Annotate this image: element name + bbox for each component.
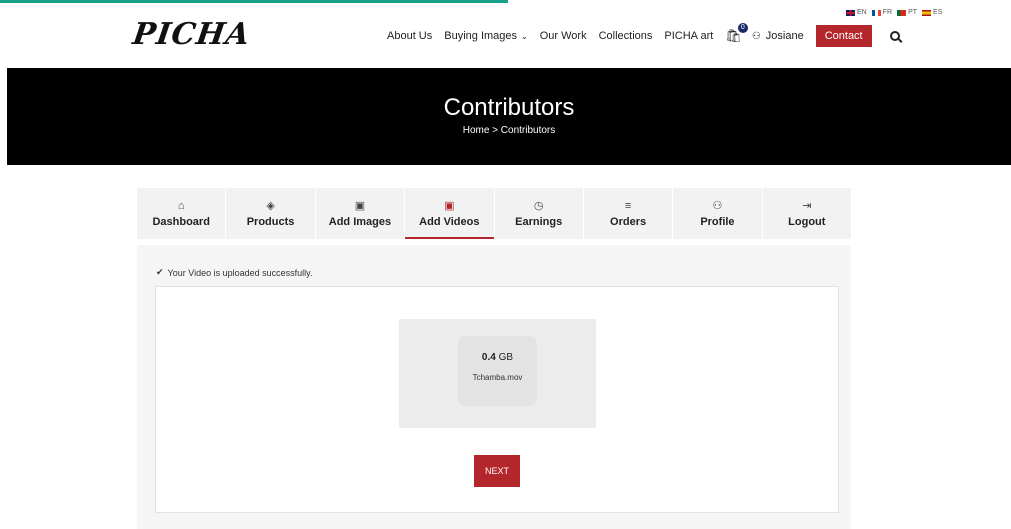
user-name: Josiane xyxy=(765,30,804,42)
file-name: Tchamba.mov xyxy=(472,373,523,382)
language-code: PT xyxy=(908,9,918,16)
portugal-flag-icon xyxy=(897,9,907,16)
main-nav: About Us Buying Images ⌄ Our Work Collect… xyxy=(387,23,900,47)
nav-picha-art[interactable]: PICHA art xyxy=(664,30,713,42)
tab-label: Add Images xyxy=(328,215,392,228)
tab-orders[interactable]: ≡ Orders xyxy=(584,188,674,239)
page-hero: Contributors Home > Contributors xyxy=(7,68,1011,165)
layers-icon: ◈ xyxy=(266,199,275,212)
spain-flag-icon xyxy=(922,9,932,16)
logout-icon: ⇥ xyxy=(802,199,812,212)
video-dropzone[interactable]: 0.4 GB Tchamba.mov xyxy=(399,319,596,428)
tab-products[interactable]: ◈ Products xyxy=(226,188,316,239)
check-icon: ✔ xyxy=(156,267,164,277)
language-es[interactable]: ES xyxy=(922,9,942,16)
list-icon: ≡ xyxy=(624,199,632,212)
user-icon: ⚇ xyxy=(712,199,723,212)
nav-about-us[interactable]: About Us xyxy=(387,30,432,42)
tab-label: Dashboard xyxy=(152,215,210,228)
tab-label: Profile xyxy=(700,215,735,228)
language-code: EN xyxy=(857,9,867,16)
language-code: FR xyxy=(882,9,893,16)
contact-button[interactable]: Contact xyxy=(815,25,872,47)
chevron-down-icon: ⌄ xyxy=(521,32,528,41)
tab-dashboard[interactable]: ⌂ Dashboard xyxy=(137,188,227,239)
success-text: Your Video is uploaded successfully. xyxy=(167,267,313,278)
language-code: ES xyxy=(933,9,943,16)
cart-button[interactable]: 🛍 0 xyxy=(725,23,748,44)
video-file-icon: ▣ xyxy=(444,199,455,212)
file-size: 0.4 GB xyxy=(458,352,537,363)
nav-collections[interactable]: Collections xyxy=(599,30,653,42)
language-selector: EN FR PT ES xyxy=(846,9,942,16)
tab-label: Logout xyxy=(788,215,826,228)
tab-label: Products xyxy=(246,215,295,228)
cart-count-badge: 0 xyxy=(737,23,748,33)
nav-our-work[interactable]: Our Work xyxy=(540,30,587,42)
tab-profile[interactable]: ⚇ Profile xyxy=(673,188,763,239)
page-title: Contributors xyxy=(443,94,575,121)
upload-panel: ✔ Your Video is uploaded successfully. 0… xyxy=(137,245,851,529)
language-pt[interactable]: PT xyxy=(897,9,917,16)
home-icon: ⌂ xyxy=(177,199,185,212)
upload-card: 0.4 GB Tchamba.mov NEXT xyxy=(155,286,839,513)
upload-success-message: ✔ Your Video is uploaded successfully. xyxy=(156,267,312,278)
tab-add-images[interactable]: ▣ Add Images xyxy=(316,188,406,239)
france-flag-icon xyxy=(871,9,881,16)
tab-earnings[interactable]: ◷ Earnings xyxy=(495,188,584,239)
user-account-link[interactable]: ⚇ Josiane xyxy=(752,30,804,42)
uploaded-file-preview: 0.4 GB Tchamba.mov xyxy=(458,336,537,406)
tab-logout[interactable]: ⇥ Logout xyxy=(763,188,851,239)
tag-icon: ◷ xyxy=(533,199,544,212)
user-icon: ⚇ xyxy=(751,30,761,42)
search-icon[interactable] xyxy=(889,31,900,41)
file-size-unit: GB xyxy=(498,352,514,363)
image-icon: ▣ xyxy=(354,199,366,212)
next-button[interactable]: NEXT xyxy=(474,455,520,487)
uk-flag-icon xyxy=(846,9,855,16)
contributor-tabs: ⌂ Dashboard ◈ Products ▣ Add Images ▣ Ad… xyxy=(137,188,851,239)
file-size-value: 0.4 xyxy=(481,352,496,363)
tab-label: Earnings xyxy=(515,215,563,228)
nav-buying-images[interactable]: Buying Images ⌄ xyxy=(444,30,527,42)
language-en[interactable]: EN xyxy=(846,9,867,16)
tab-label: Orders xyxy=(610,215,647,228)
top-accent-bar xyxy=(0,0,508,3)
language-fr[interactable]: FR xyxy=(871,9,893,16)
tab-add-videos[interactable]: ▣ Add Videos xyxy=(405,188,495,239)
site-logo[interactable]: PICHA xyxy=(131,17,253,52)
tab-label: Add Videos xyxy=(419,215,480,228)
breadcrumb: Home > Contributors xyxy=(462,125,556,136)
nav-buying-images-label: Buying Images xyxy=(444,30,518,42)
